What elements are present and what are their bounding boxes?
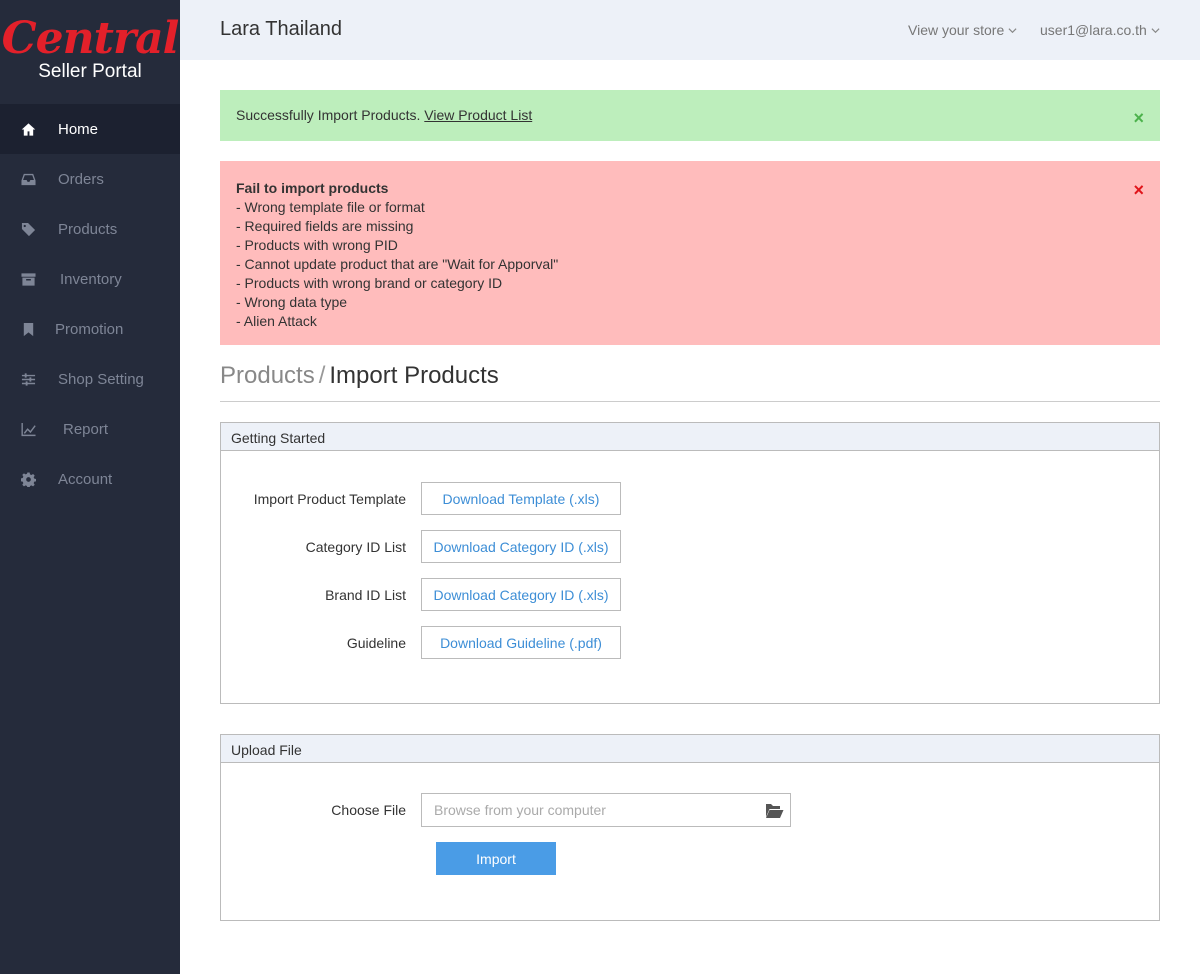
sidebar-item-label: Inventory xyxy=(60,270,122,288)
sidebar-item-inventory[interactable]: Inventory xyxy=(0,254,180,304)
panel-title: Getting Started xyxy=(221,423,1159,451)
sidebar-item-shop-setting[interactable]: Shop Setting xyxy=(0,354,180,404)
tag-icon xyxy=(20,221,36,237)
brand-subtitle: Seller Portal xyxy=(38,61,142,82)
sidebar-item-home[interactable]: Home xyxy=(0,104,180,154)
error-alert: Fail to import products - Wrong template… xyxy=(220,161,1160,345)
error-item: - Cannot update product that are "Wait f… xyxy=(236,256,559,272)
error-title: Fail to import products xyxy=(236,180,389,196)
folder-open-icon xyxy=(765,804,784,818)
sidebar-item-label: Orders xyxy=(58,170,104,188)
row-label: Guideline xyxy=(346,634,406,651)
row-label: Brand ID List xyxy=(325,586,406,603)
brand-logo-text: Central xyxy=(1,13,180,64)
file-browse-input[interactable]: Browse from your computer xyxy=(421,793,791,827)
sidebar-item-label: Report xyxy=(63,420,109,438)
archive-icon xyxy=(20,271,36,287)
error-item: - Wrong template file or format xyxy=(236,199,425,215)
sidebar-item-report[interactable]: Report xyxy=(0,404,180,454)
top-header: Lara Thailand View your store user1@lara… xyxy=(180,0,1200,60)
close-icon[interactable]: × xyxy=(1133,181,1144,199)
error-item: - Products with wrong brand or category … xyxy=(236,275,503,291)
upload-file-panel: Upload File Choose File Browse from your… xyxy=(220,734,1160,921)
breadcrumb-separator: / xyxy=(318,362,326,389)
brand-logo[interactable]: Central Seller Portal xyxy=(0,0,180,104)
shop-title: Lara Thailand xyxy=(220,18,342,40)
success-message: Successfully Import Products. xyxy=(236,107,425,123)
close-icon[interactable]: × xyxy=(1133,109,1144,127)
sidebar-item-orders[interactable]: Orders xyxy=(0,154,180,204)
download-guideline-button[interactable]: Download Guideline (.pdf) xyxy=(421,626,621,659)
sidebar-item-label: Promotion xyxy=(55,320,124,338)
row-label: Category ID List xyxy=(305,538,406,555)
sidebar-item-account[interactable]: Account xyxy=(0,454,180,504)
sidebar-item-promotion[interactable]: Promotion xyxy=(0,304,180,354)
choose-file-row: Choose File Browse from your computer xyxy=(221,793,791,827)
view-store-label: View your store xyxy=(908,22,1005,38)
sidebar-item-products[interactable]: Products xyxy=(0,204,180,254)
breadcrumb-products-link[interactable]: Products xyxy=(220,362,315,389)
line-chart-icon xyxy=(20,421,36,437)
template-row: Import Product Template Download Templat… xyxy=(221,482,621,515)
view-product-list-link[interactable]: View Product List xyxy=(424,107,532,123)
download-category-button[interactable]: Download Category ID (.xls) xyxy=(421,530,621,563)
row-label: Import Product Template xyxy=(253,490,406,507)
import-button[interactable]: Import xyxy=(436,842,556,875)
inbox-icon xyxy=(20,171,36,187)
gear-icon xyxy=(20,471,36,487)
getting-started-panel: Getting Started Import Product Template … xyxy=(220,422,1160,704)
chevron-down-icon xyxy=(1151,27,1160,33)
sidebar-item-label: Shop Setting xyxy=(58,370,144,388)
choose-file-label: Choose File xyxy=(331,802,406,818)
breadcrumb: Products / Import Products xyxy=(220,362,1160,402)
error-item: - Alien Attack xyxy=(236,313,317,329)
error-item: - Wrong data type xyxy=(236,294,348,310)
user-menu-dropdown[interactable]: user1@lara.co.th xyxy=(1040,22,1160,38)
chevron-down-icon xyxy=(1008,27,1017,33)
error-item: - Products with wrong PID xyxy=(236,237,398,253)
file-input-placeholder: Browse from your computer xyxy=(434,802,606,818)
download-template-button[interactable]: Download Template (.xls) xyxy=(421,482,621,515)
category-row: Category ID List Download Category ID (.… xyxy=(221,530,621,563)
bookmark-icon xyxy=(20,321,36,337)
panel-title: Upload File xyxy=(221,735,1159,763)
success-alert: Successfully Import Products. View Produ… xyxy=(220,90,1160,141)
brand-row: Brand ID List Download Category ID (.xls… xyxy=(221,578,621,611)
download-brand-button[interactable]: Download Category ID (.xls) xyxy=(421,578,621,611)
sidebar-item-label: Home xyxy=(58,120,99,138)
home-icon xyxy=(20,121,36,137)
sidebar-item-label: Products xyxy=(58,220,118,238)
sidebar: Central Seller Portal Home Orders Produc… xyxy=(0,0,180,974)
sliders-icon xyxy=(20,371,36,387)
sidebar-item-label: Account xyxy=(58,470,113,488)
view-store-dropdown[interactable]: View your store xyxy=(908,22,1017,38)
user-email: user1@lara.co.th xyxy=(1040,22,1147,38)
error-item: - Required fields are missing xyxy=(236,218,414,234)
guideline-row: Guideline Download Guideline (.pdf) xyxy=(221,626,621,659)
page-title: Import Products xyxy=(329,362,499,389)
